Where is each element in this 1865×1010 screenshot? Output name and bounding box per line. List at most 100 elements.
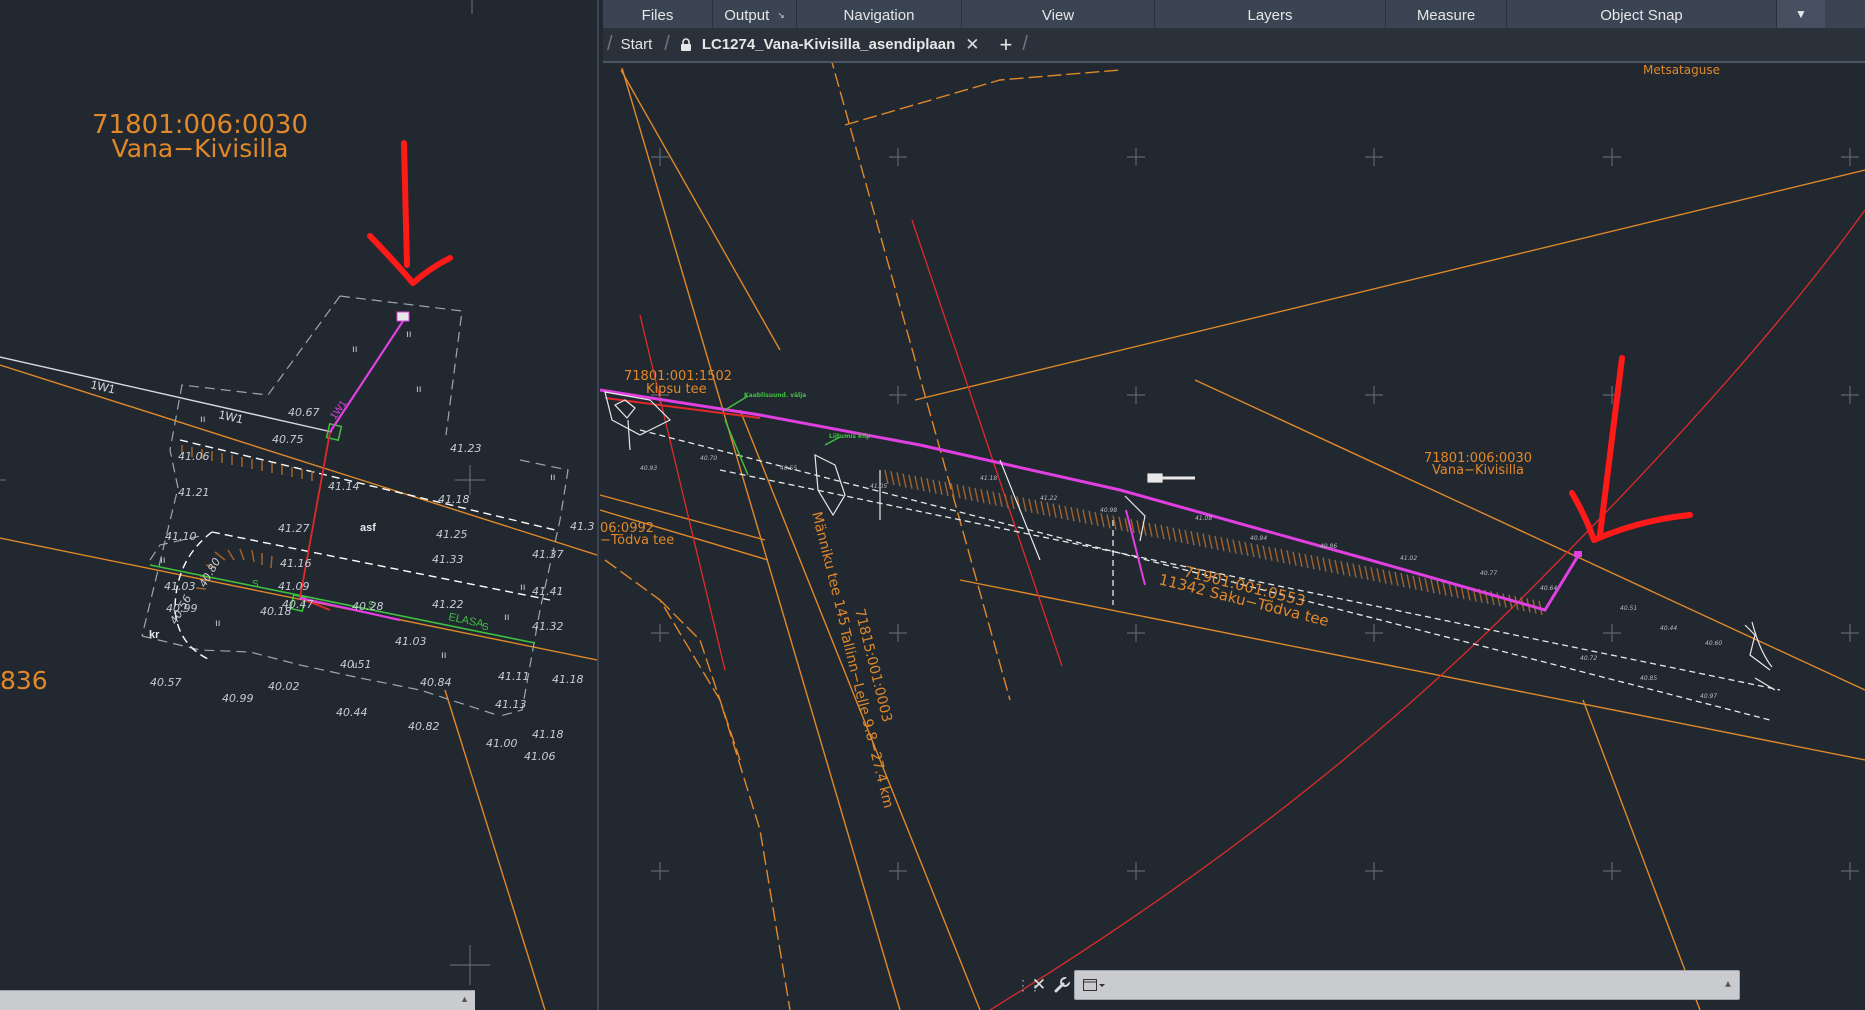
elevation-label: 40.94 [1250, 535, 1267, 542]
elevation-label: 41.22 [1040, 495, 1057, 502]
elevation-label: 41.03 [395, 635, 427, 648]
cable-magenta-south [299, 596, 401, 622]
svg-text:ıı: ıı [200, 414, 206, 425]
svg-text:ıı: ıı [416, 384, 422, 395]
elevation-label: 40.51 [1620, 605, 1637, 612]
elevation-label: 40.70 [700, 455, 717, 462]
cable-note: Liitumis kilp [829, 433, 871, 440]
elevation-label: 40.44 [336, 706, 368, 719]
elevation-label: 41.18 [552, 673, 584, 686]
tab-document[interactable]: LC1274_Vana-Kivisilla_asendiplaan ✕ [674, 28, 986, 61]
elevation-label: 41.02 [1400, 555, 1417, 562]
add-tab-icon[interactable]: + [1000, 32, 1013, 58]
elevation-label: 41.3 [570, 520, 595, 533]
tab-underline [603, 61, 1865, 63]
cable-note: Kaablisuund. välja [744, 392, 806, 399]
elevation-label: 41.27 [278, 522, 310, 535]
road-label: Kipsu tee [646, 382, 707, 397]
elevation-label: 41.05 [870, 483, 887, 490]
left-viewport[interactable]: ıı ıı ıı ıı ıı ıı ıı ıı ıı ıı ıı 71801:006:0030… [0, 0, 597, 1010]
elevation-label: 40.18 [260, 605, 292, 618]
elevation-label: 40.85 [1640, 675, 1657, 682]
elevation-label: 40.75 [272, 433, 304, 446]
svg-text:ıı: ıı [520, 582, 526, 593]
svg-text:ıı: ıı [160, 555, 166, 566]
annotation-arrow-right [1569, 355, 1693, 543]
ribbon-tab-view[interactable]: View [962, 0, 1155, 28]
cable-label: S [252, 579, 259, 590]
elevation-label: 40.86 [1320, 543, 1337, 550]
elevation-label: 41.08 [1195, 515, 1212, 522]
left-drawing-canvas[interactable]: ıııııı ıııııı ıııııı ıııı 71801:006:0030… [0, 0, 597, 1010]
left-command-bar[interactable]: ▲ [0, 990, 475, 1010]
ribbon-tab-layers[interactable]: Layers [1155, 0, 1386, 28]
ribbon-tab-output[interactable]: Output ↘ [713, 0, 797, 28]
grip-icon[interactable]: ⋮⋮ [1016, 977, 1042, 994]
right-drawing-canvas[interactable]: Metsataguse 71801:001:1502 Kipsu tee 718… [599, 0, 1865, 1010]
elevation-label: 41.18 [438, 493, 470, 506]
history-icon[interactable]: ▲ [1725, 980, 1731, 991]
elevation-label: 40.02 [268, 680, 300, 693]
elevation-label: 40.82 [408, 720, 440, 733]
svg-text:ıı: ıı [441, 650, 447, 661]
cable-magenta [599, 388, 1580, 612]
svg-text:ıı: ıı [550, 472, 556, 483]
elevation-label: 41.00 [486, 737, 518, 750]
elevation-label: 41.21 [178, 486, 210, 499]
elevation-label: 41.16 [280, 557, 312, 570]
ribbon-tab-navigation[interactable]: Navigation [797, 0, 962, 28]
road-label: Männiku tee 145 [808, 510, 852, 628]
parcel-name-label: Vana−Kivisilla [1432, 463, 1524, 478]
elevation-label: 41.18 [980, 475, 997, 482]
close-icon[interactable]: ✕ [1028, 975, 1050, 995]
lock-icon [680, 37, 691, 51]
elevation-label: 40.51 [340, 658, 372, 671]
road-label: Metsataguse [1643, 63, 1720, 77]
cable-label: ELASA [447, 611, 485, 630]
ribbon-dropdown-icon[interactable]: ▼ [1777, 0, 1825, 28]
elevation-label: 41.10 [165, 530, 197, 543]
wrench-icon[interactable] [1050, 976, 1074, 994]
ribbon-tab-files[interactable]: Files [603, 0, 713, 28]
partial-parcel-number: 836 [0, 666, 48, 695]
elevation-label: 41.25 [436, 528, 468, 541]
file-tab-bar: / Start / LC1274_Vana-Kivisilla_asendipl… [603, 28, 1865, 61]
elevation-label: 41.37 [532, 548, 564, 561]
tab-start[interactable]: Start [617, 36, 661, 53]
expand-icon[interactable]: ▲ [460, 994, 469, 1004]
panel-launcher-icon[interactable]: ↘ [777, 10, 785, 21]
elevation-label: 41.18 [532, 728, 564, 741]
structure-cluster-left [604, 391, 1776, 691]
elevation-label: 41.03 [164, 580, 196, 593]
elevation-label: 40.67 [288, 406, 320, 419]
command-input[interactable]: ▲ [1074, 970, 1740, 1000]
elevation-label: 40.97 [1700, 693, 1717, 700]
right-viewport[interactable]: Metsataguse 71801:001:1502 Kipsu tee 718… [599, 0, 1865, 1010]
ribbon-tab-measure[interactable]: Measure [1386, 0, 1507, 28]
elevation-label: 41.22 [432, 598, 464, 611]
ribbon-tab-object-snap[interactable]: Object Snap [1507, 0, 1777, 28]
cable-label: S [482, 622, 489, 633]
elevation-label: 40.80 [196, 556, 223, 590]
tab-document-label: LC1274_Vana-Kivisilla_asendiplaan [701, 36, 956, 53]
elevation-label: 41.23 [450, 442, 482, 455]
parcel-name-label: Vana−Kivisilla [112, 134, 289, 163]
tab-separator: / [607, 33, 613, 55]
elevation-label: 41.41 [532, 585, 564, 598]
road-label: −Tõdva tee [600, 533, 674, 548]
utility-label: 1W1 [217, 407, 245, 426]
close-icon[interactable]: ✕ [965, 35, 979, 55]
elevation-label: 41.06 [524, 750, 556, 763]
elevation-label: 40.99 [222, 692, 254, 705]
elevation-label: 40.60 [1705, 640, 1722, 647]
command-prompt-icon[interactable] [1083, 978, 1105, 992]
elevation-label: 40.84 [420, 676, 452, 689]
svg-text:ıı: ıı [352, 344, 358, 355]
elevation-label: 40.77 [1480, 570, 1497, 577]
elevation-label: 40.28 [352, 600, 384, 613]
utility-label: 1W1 [89, 377, 117, 396]
elevation-label: 41.32 [532, 620, 564, 633]
surface-label: kr [149, 629, 160, 641]
elevation-label: 41.14 [328, 480, 360, 493]
svg-text:ıı: ıı [215, 618, 221, 629]
